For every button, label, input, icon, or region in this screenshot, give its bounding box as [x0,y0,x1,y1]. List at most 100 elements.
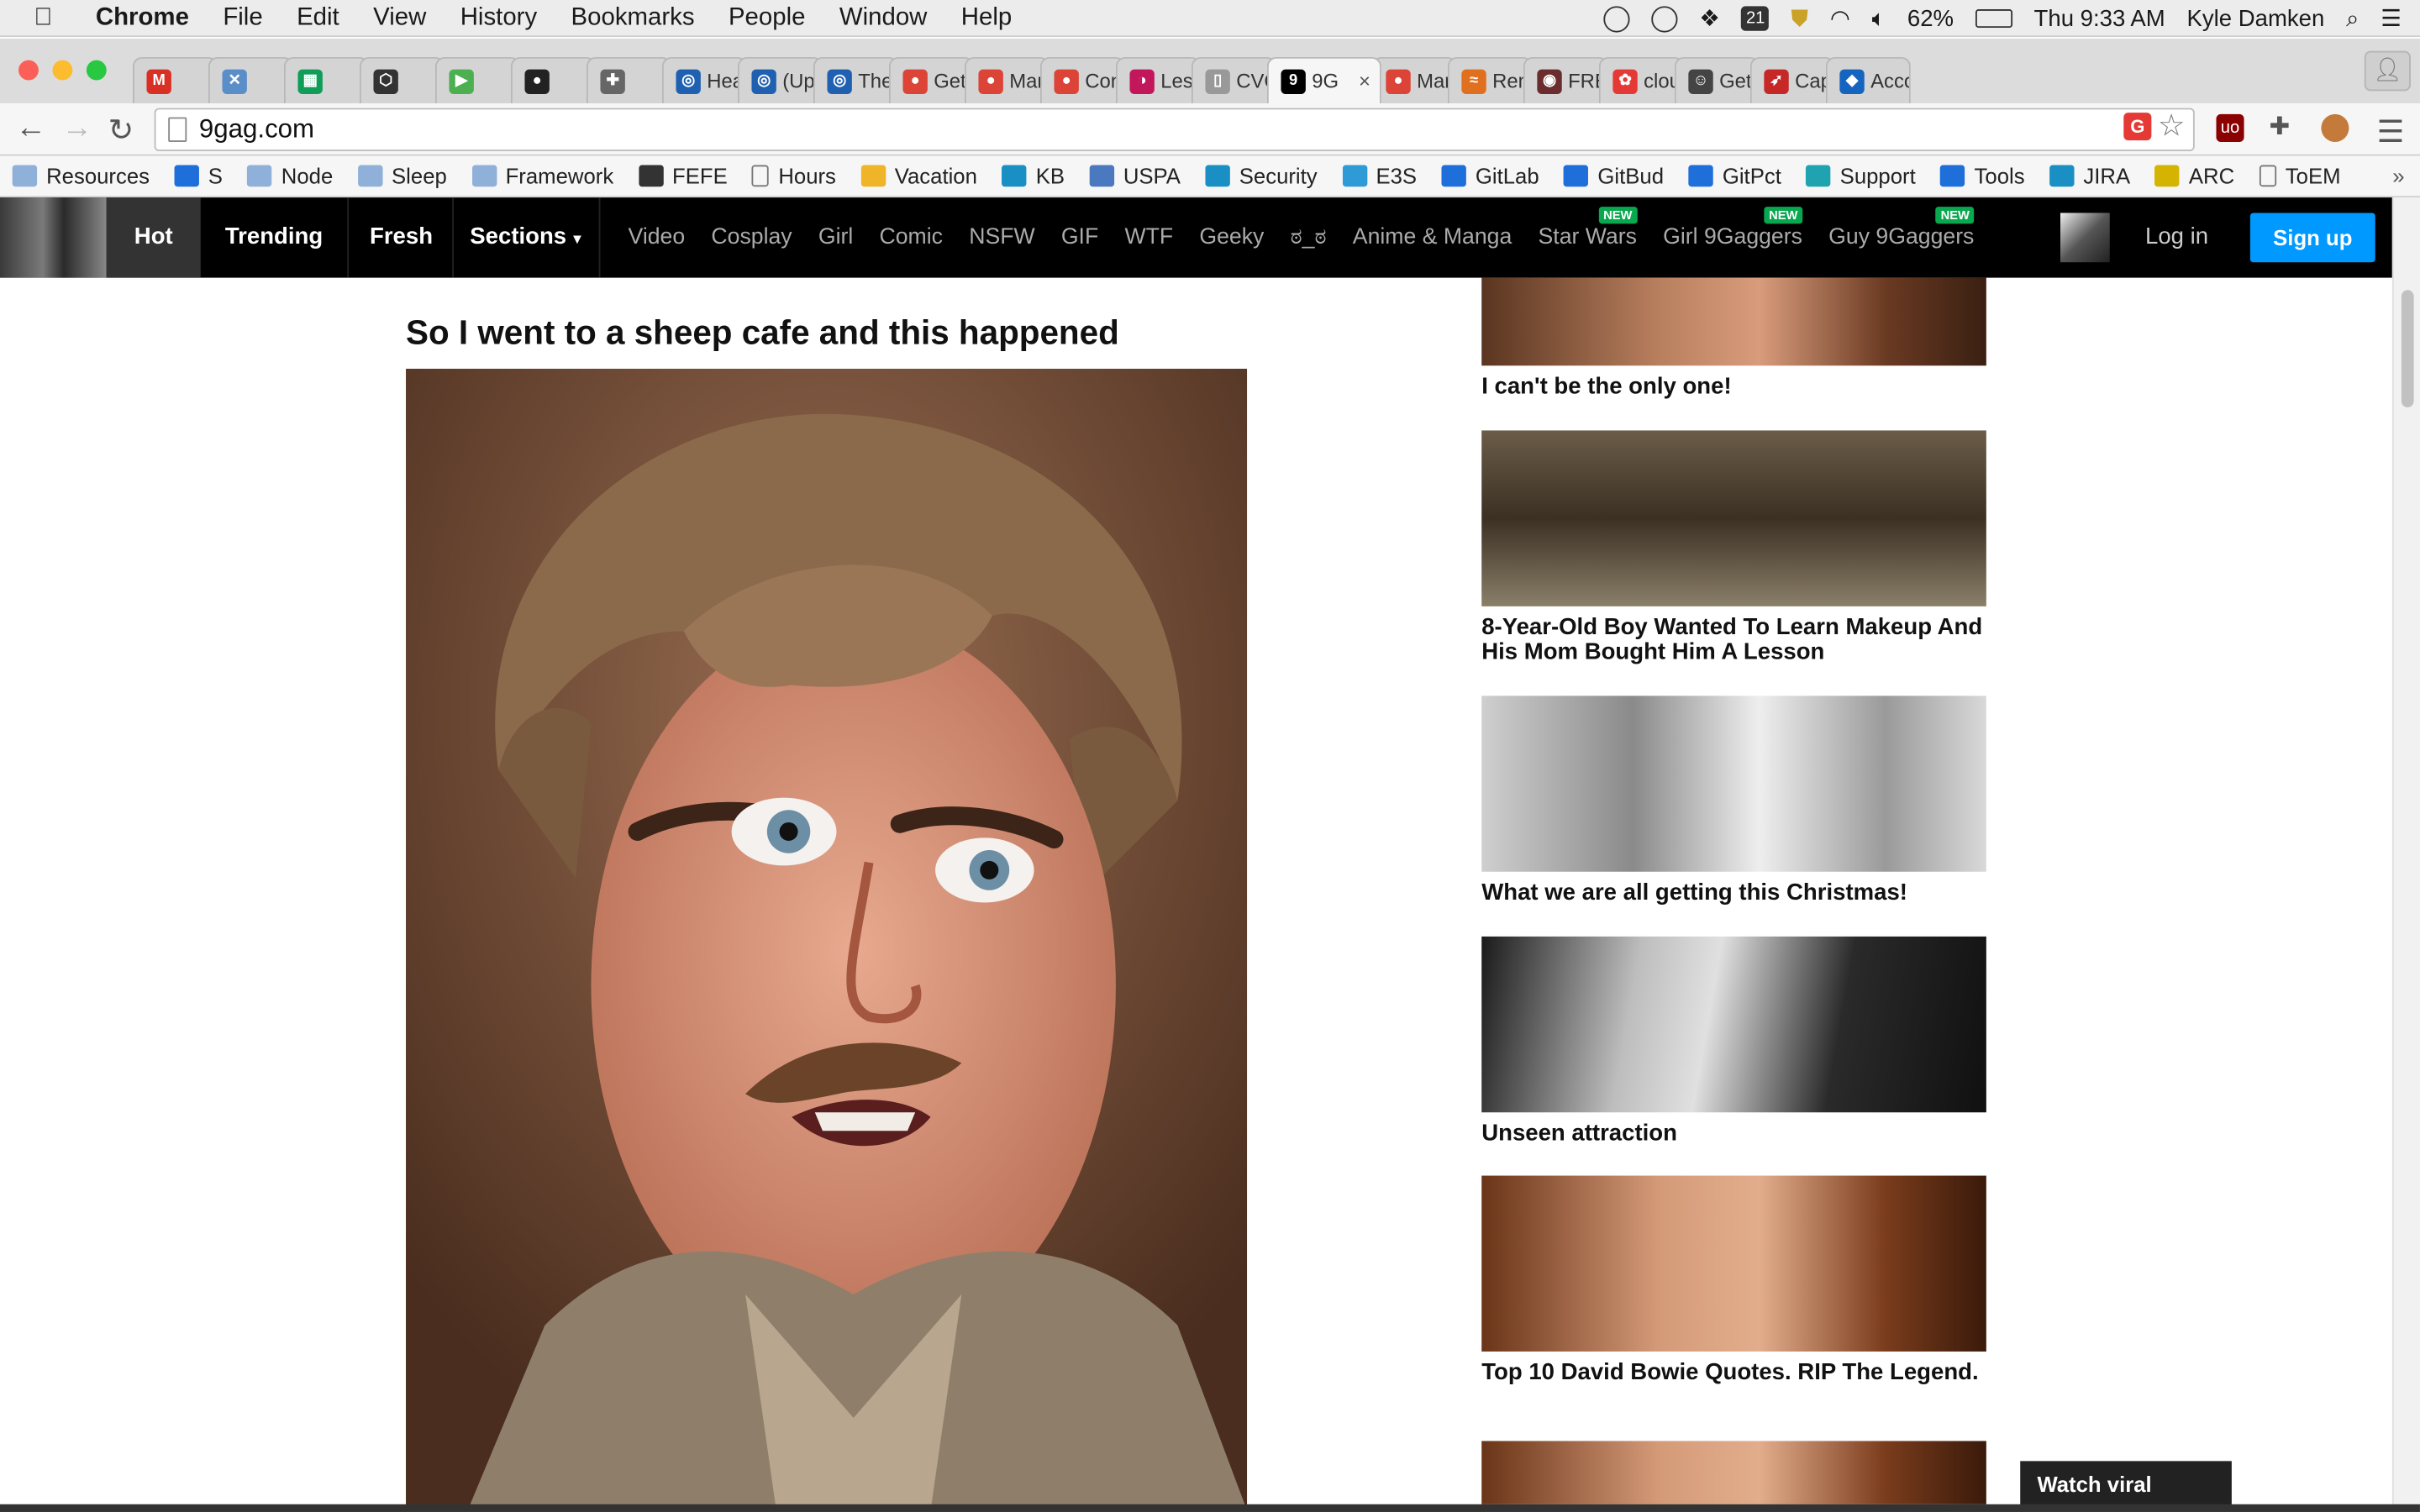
category-link[interactable]: Geeky [1199,225,1264,249]
sidebar-title[interactable]: 8-Year-Old Boy Wanted To Learn Makeup An… [1481,615,1987,665]
user-avatar[interactable] [2060,213,2110,263]
browser-tab[interactable]: ◎(Upd [737,56,823,104]
bookmark-item[interactable]: JIRA [2049,164,2130,188]
sidebar-title[interactable]: Top 10 David Bowie Quotes. RIP The Legen… [1481,1360,1987,1385]
category-link[interactable]: Girl [818,225,853,249]
sidebar-item[interactable] [1481,1441,1987,1504]
browser-tab[interactable]: 9 9G × [1266,56,1381,104]
menu-help[interactable]: Help [961,4,1012,32]
checkmark-icon[interactable] [1603,5,1630,32]
sidebar-thumbnail[interactable] [1481,696,1986,872]
creative-cloud-icon[interactable] [1651,5,1678,32]
post-title[interactable]: So I went to a sheep cafe and this happe… [406,313,1119,354]
forward-icon[interactable]: → [61,111,92,146]
user-name[interactable]: Kyle Damken [2186,5,2324,31]
bookmark-item[interactable]: USPA [1089,164,1181,188]
sidebar-title[interactable]: Unseen attraction [1481,1121,1987,1146]
bookmark-item[interactable]: KB [1002,164,1065,188]
shield-icon[interactable]: ⛊ [1791,5,1808,31]
menu-view[interactable]: View [373,4,426,32]
browser-tab[interactable]: ✕ [208,56,293,104]
bookmark-item[interactable]: Framework [471,164,613,188]
bookmark-item[interactable]: GitBud [1564,164,1664,188]
bookmark-item[interactable]: Security [1205,164,1318,188]
bookmark-item[interactable]: Tools [1940,164,2025,188]
browser-tab[interactable]: ●Manif [1371,56,1457,104]
bookmark-item[interactable]: Support [1806,164,1916,188]
post-image[interactable] [406,368,1248,1511]
menu-bookmarks[interactable]: Bookmarks [571,4,695,32]
sidebar-thumbnail[interactable] [1481,1441,1986,1504]
bookmark-item[interactable]: E3S [1342,164,1417,188]
menu-history[interactable]: History [460,4,537,32]
sidebar-item[interactable]: 8-Year-Old Boy Wanted To Learn Makeup An… [1481,430,1987,664]
notification-center-icon[interactable]: ☰ [2381,5,2402,32]
reload-icon[interactable]: ↻ [108,111,134,150]
clock[interactable]: Thu 9:33 AM [2034,5,2165,31]
sidebar-thumbnail[interactable] [1481,277,1986,366]
site-logo[interactable] [0,197,107,278]
browser-tab[interactable]: ◎Heart [661,56,747,104]
browser-tab[interactable]: ≈Remo [1447,56,1533,104]
dropbox-icon[interactable]: ❖ [1699,5,1720,32]
category-link[interactable]: Star Wars NEW [1539,207,1637,250]
category-link[interactable]: NSFW [969,225,1034,249]
menu-file[interactable]: File [223,4,262,32]
spotlight-icon[interactable]: ⌕ [2346,5,2359,31]
nav-fresh[interactable]: Fresh [350,197,454,278]
category-link[interactable]: Comic [880,225,943,249]
browser-tab[interactable]: ◎The n [813,56,898,104]
bookmark-item[interactable]: GitPct [1688,164,1781,188]
chrome-menu-icon[interactable]: ☰ [2377,113,2405,151]
browser-tab[interactable]: ◉FREE [1523,56,1608,104]
category-link[interactable]: Girl 9Gaggers NEW [1663,207,1802,250]
wifi-icon[interactable]: ◠ [1830,5,1850,32]
volume-icon[interactable]: 🔈︎ [1872,5,1886,31]
bookmark-item[interactable]: Vacation [860,164,977,188]
page-scrollbar[interactable] [2391,197,2420,1512]
menu-edit[interactable]: Edit [297,4,339,32]
sidebar-title[interactable]: What we are all getting this Christmas! [1481,880,1987,906]
extension-avatar-icon[interactable] [2321,113,2349,142]
calendar-icon[interactable]: 21 [1741,6,1770,31]
bookmark-item[interactable]: Sleep [357,164,447,188]
sidebar-thumbnail[interactable] [1481,936,1986,1113]
extension-puzzle-icon[interactable]: ✚ [2265,114,2293,142]
bookmark-star-icon[interactable]: ☆ [2158,107,2186,145]
login-link[interactable]: Log in [2145,197,2208,278]
scrollbar-thumb[interactable] [2401,290,2414,407]
battery-percent[interactable]: 62% [1907,5,1954,31]
minimize-window-button[interactable] [52,60,73,81]
category-link[interactable]: ಠ_ಠ [1291,225,1327,249]
browser-tab[interactable]: ◆Accou [1825,56,1911,104]
close-window-button[interactable] [18,60,39,81]
browser-tab[interactable]: ▦ [283,56,369,104]
back-icon[interactable]: ← [15,111,46,146]
sidebar-thumbnail[interactable] [1481,1175,1986,1352]
browser-tab[interactable]: ✚ [586,56,671,104]
sidebar-item[interactable]: What we are all getting this Christmas! [1481,696,1987,906]
more-bookmarks-icon[interactable]: » [2392,164,2404,188]
category-link[interactable]: Anime & Manga [1353,225,1512,249]
grammarly-icon[interactable]: G [2123,113,2152,141]
bookmark-item[interactable]: Resources [12,164,150,188]
browser-tab[interactable]: ➶Capit [1749,56,1835,104]
profile-icon[interactable]: 👤︎ [2364,50,2411,92]
apple-icon[interactable]:  [34,4,61,32]
menu-window[interactable]: Window [839,4,928,32]
browser-tab[interactable]: ▯CVC E [1191,56,1276,104]
ublock-icon[interactable]: uo [2216,113,2244,142]
bookmark-item[interactable]: Node [247,164,333,188]
category-link[interactable]: WTF [1124,225,1173,249]
browser-tab[interactable]: ●Gettin [888,56,974,104]
browser-tab[interactable]: ● [510,56,596,104]
bookmark-item[interactable]: ARC [2154,164,2234,188]
browser-tab[interactable]: ●Conte [1039,56,1125,104]
browser-tab[interactable]: ☺Get G [1674,56,1760,104]
category-link[interactable]: Cosplay [711,225,792,249]
sidebar-item[interactable]: I can't be the only one! [1481,277,1987,400]
bookmark-item[interactable]: FEFE [638,164,728,188]
category-link[interactable]: Video [629,225,686,249]
nav-hot[interactable]: Hot [106,197,201,278]
category-link[interactable]: GIF [1061,225,1098,249]
